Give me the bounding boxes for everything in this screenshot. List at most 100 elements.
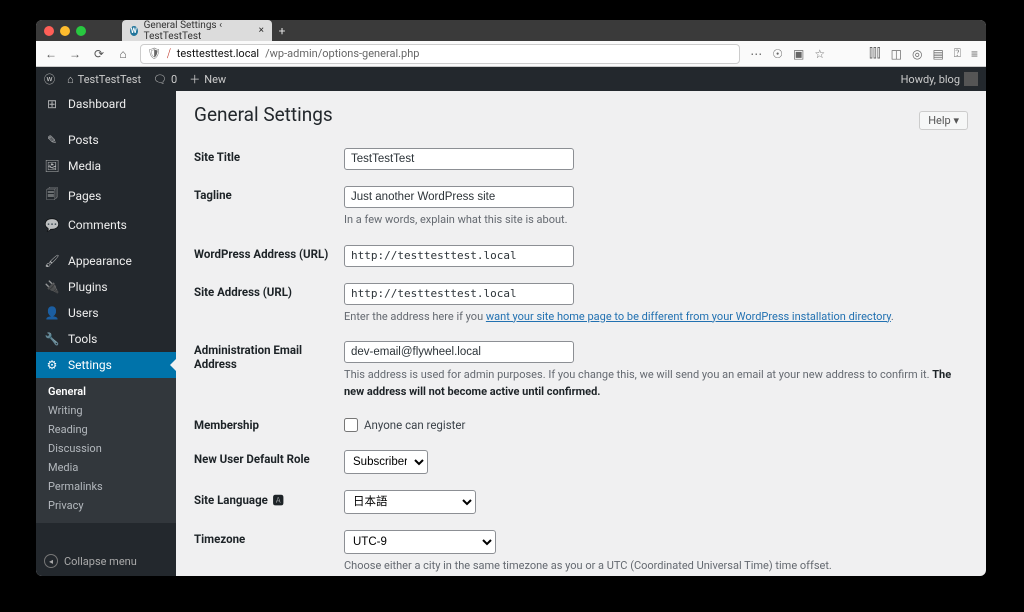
tagline-description: In a few words, explain what this site i… xyxy=(344,212,968,229)
site-url-description: Enter the address here if you want your … xyxy=(344,309,968,326)
library-icon[interactable]: ⫿⫿⫿ xyxy=(869,46,881,61)
sidebar-item-pages[interactable]: 🗐Pages xyxy=(36,179,176,212)
tab-close-icon[interactable]: × xyxy=(259,25,264,36)
pin-icon: ✎ xyxy=(44,133,60,147)
plus-icon: ＋ xyxy=(189,71,200,87)
url-path: /wp-admin/options-general.php xyxy=(265,47,419,60)
admin-email-label: Administration Email Address xyxy=(194,333,344,408)
membership-checkbox-label[interactable]: Anyone can register xyxy=(344,418,968,432)
nav-forward-button[interactable]: → xyxy=(68,47,82,61)
tab-title: General Settings ‹ TestTestTest xyxy=(144,20,249,42)
shield-icon: 🛡 xyxy=(147,47,161,60)
site-title-label: Site Title xyxy=(194,140,344,178)
admin-sidebar: ⊞Dashboard ✎Posts 🖼Media 🗐Pages 💬Comment… xyxy=(36,91,176,576)
sidebar-item-comments[interactable]: 💬Comments xyxy=(36,212,176,238)
site-title-input[interactable] xyxy=(344,148,574,170)
browser-tab[interactable]: W General Settings ‹ TestTestTest × xyxy=(122,20,272,41)
admin-bar-site-name[interactable]: ⌂TestTestTest xyxy=(67,73,141,86)
comment-icon: 💬 xyxy=(44,218,60,232)
user-icon: 👤 xyxy=(44,306,60,320)
admin-bar-comments[interactable]: 🗨0 xyxy=(153,73,177,86)
page-icon: 🗐 xyxy=(44,185,60,206)
membership-checkbox[interactable] xyxy=(344,418,358,432)
new-tab-button[interactable]: + xyxy=(272,20,292,41)
submenu-privacy[interactable]: Privacy xyxy=(36,496,176,515)
settings-submenu: General Writing Reading Discussion Media… xyxy=(36,378,176,523)
wordpress-favicon-icon: W xyxy=(130,26,138,36)
site-language-select[interactable]: 日本語 xyxy=(344,490,476,514)
site-url-input[interactable] xyxy=(344,283,574,305)
sidebar-item-settings[interactable]: ⚙Settings xyxy=(36,352,176,378)
site-language-label: Site Language 🅰 xyxy=(194,482,344,522)
brush-icon: 🖌 xyxy=(44,254,60,268)
url-bar[interactable]: 🛡 ⧸ testtesttest.local/wp-admin/options-… xyxy=(140,44,740,64)
sidebar-item-users[interactable]: 👤Users xyxy=(36,300,176,326)
sidebar-item-tools[interactable]: 🔧Tools xyxy=(36,326,176,352)
browser-window: W General Settings ‹ TestTestTest × + ← … xyxy=(36,20,986,576)
browser-toolbar: ← → ⟳ ⌂ 🛡 ⧸ testtesttest.local/wp-admin/… xyxy=(36,41,986,67)
admin-bar-new[interactable]: ＋New xyxy=(189,71,226,87)
timezone-label: Timezone xyxy=(194,522,344,576)
new-role-label: New User Default Role xyxy=(194,442,344,482)
admin-email-input[interactable] xyxy=(344,341,574,363)
settings-content: General Settings Help ▾ Site Title Tagli… xyxy=(176,91,986,576)
submenu-discussion[interactable]: Discussion xyxy=(36,439,176,458)
admin-email-description: This address is used for admin purposes.… xyxy=(344,367,968,400)
ssl-warning-icon: ⧸ xyxy=(167,47,171,61)
avatar-icon xyxy=(964,72,978,86)
wordpress-logo-icon: ⓦ xyxy=(44,71,55,87)
help-tab-button[interactable]: Help ▾ xyxy=(919,111,968,130)
wrench-icon: 🔧 xyxy=(44,332,60,346)
plugin-icon: 🔌 xyxy=(44,280,60,294)
sidebar-item-plugins[interactable]: 🔌Plugins xyxy=(36,274,176,300)
bookmark-star-icon[interactable]: ☆ xyxy=(814,47,825,61)
timezone-description: Choose either a city in the same timezon… xyxy=(344,558,968,575)
new-role-select[interactable]: Subscriber xyxy=(344,450,428,474)
wp-url-label: WordPress Address (URL) xyxy=(194,237,344,275)
slider-icon: ⚙ xyxy=(44,358,60,372)
wp-url-input[interactable] xyxy=(344,245,574,267)
tagline-label: Tagline xyxy=(194,178,344,237)
submenu-general[interactable]: General xyxy=(36,382,176,401)
collapse-menu-button[interactable]: ◂Collapse menu xyxy=(36,546,176,576)
window-minimize-icon[interactable] xyxy=(60,26,70,36)
window-zoom-icon[interactable] xyxy=(76,26,86,36)
media-icon: 🖼 xyxy=(44,159,60,173)
sidebar-item-dashboard[interactable]: ⊞Dashboard xyxy=(36,91,176,117)
more-actions-icon[interactable]: ⋯ xyxy=(750,47,762,61)
submenu-permalinks[interactable]: Permalinks xyxy=(36,477,176,496)
membership-label: Membership xyxy=(194,408,344,442)
help-icon[interactable]: ⍰ xyxy=(954,46,961,61)
account-icon[interactable]: ◎ xyxy=(912,47,922,61)
url-host: testtesttest.local xyxy=(177,47,259,60)
site-url-help-link[interactable]: want your site home page to be different… xyxy=(486,310,891,323)
wp-admin-bar: ⓦ ⌂TestTestTest 🗨0 ＋New Howdy, blog xyxy=(36,67,986,91)
window-titlebar: W General Settings ‹ TestTestTest × + xyxy=(36,20,986,41)
site-url-label: Site Address (URL) xyxy=(194,275,344,334)
home-icon: ⌂ xyxy=(67,73,74,86)
collapse-icon: ◂ xyxy=(44,554,58,568)
sidebar-item-posts[interactable]: ✎Posts xyxy=(36,127,176,153)
nav-back-button[interactable]: ← xyxy=(44,47,58,61)
comment-icon: 🗨 xyxy=(153,73,167,86)
pocket-icon[interactable]: ▣ xyxy=(793,47,804,61)
submenu-writing[interactable]: Writing xyxy=(36,401,176,420)
tagline-input[interactable] xyxy=(344,186,574,208)
submenu-media[interactable]: Media xyxy=(36,458,176,477)
sidebar-item-media[interactable]: 🖼Media xyxy=(36,153,176,179)
translate-icon: 🅰 xyxy=(273,492,284,508)
window-close-icon[interactable] xyxy=(44,26,54,36)
sidebar-toggle-icon[interactable]: ◫ xyxy=(891,47,902,61)
admin-bar-wp-logo[interactable]: ⓦ xyxy=(44,71,55,87)
nav-reload-button[interactable]: ⟳ xyxy=(92,47,106,61)
nav-home-button[interactable]: ⌂ xyxy=(116,47,130,61)
timezone-select[interactable]: UTC-9 xyxy=(344,530,496,554)
reader-icon[interactable]: ☉ xyxy=(772,47,783,61)
extension-icon[interactable]: ▤ xyxy=(932,47,943,61)
dashboard-icon: ⊞ xyxy=(44,97,60,111)
hamburger-menu-icon[interactable]: ≡ xyxy=(971,47,978,61)
sidebar-item-appearance[interactable]: 🖌Appearance xyxy=(36,248,176,274)
page-title: General Settings xyxy=(194,103,333,126)
submenu-reading[interactable]: Reading xyxy=(36,420,176,439)
admin-bar-account[interactable]: Howdy, blog xyxy=(901,72,978,86)
